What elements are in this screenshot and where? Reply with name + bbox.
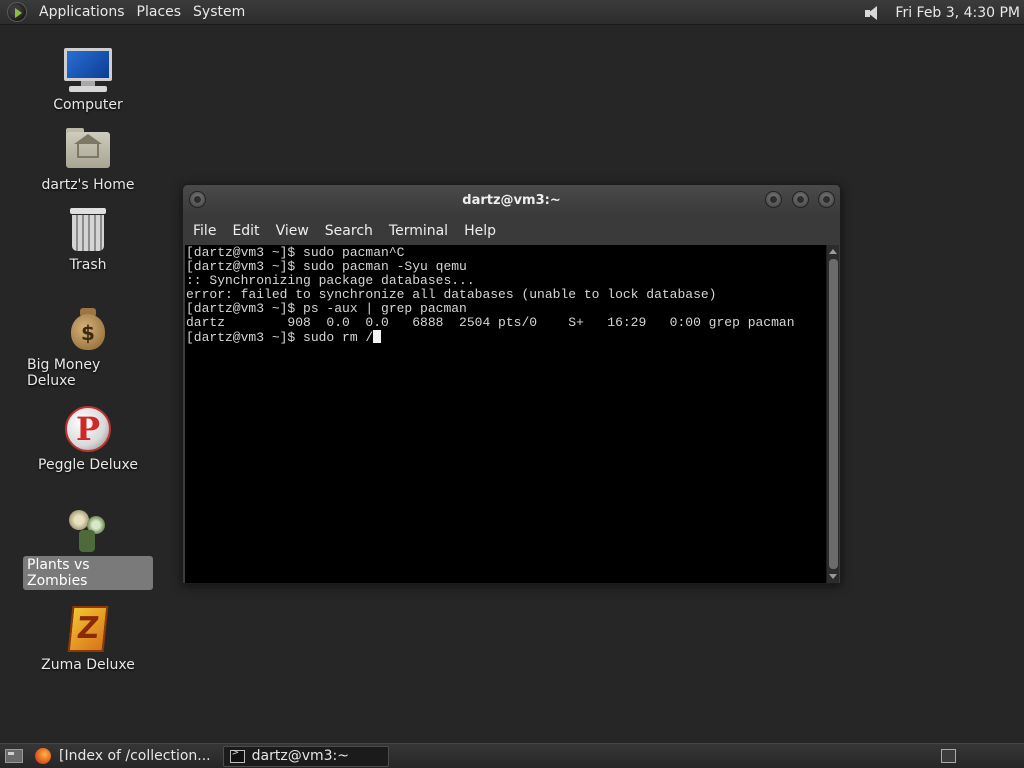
terminal-line: dartz 908 0.0 0.0 6888 2504 pts/0 S+ 16:… <box>186 315 795 330</box>
desktop-icon-label: Big Money Deluxe <box>27 357 101 389</box>
menu-help[interactable]: Help <box>456 223 504 239</box>
desktop-icon-zuma[interactable]: Z Zuma Deluxe <box>23 606 153 674</box>
terminal-prompt-line[interactable]: [dartz@vm3 ~]$ sudo rm / <box>186 330 826 345</box>
terminal-current-input: [dartz@vm3 ~]$ sudo rm / <box>186 330 374 345</box>
window-title: dartz@vm3:~ <box>462 193 561 208</box>
desktop-icon-label: Trash <box>69 257 107 273</box>
clock[interactable]: Fri Feb 3, 4:30 PM <box>895 5 1020 21</box>
terminal-scrollbar[interactable] <box>826 245 839 583</box>
menu-view[interactable]: View <box>268 223 317 239</box>
scroll-up-arrow-icon[interactable] <box>829 249 837 254</box>
terminal-menubar: File Edit View Search Terminal Help <box>183 217 840 245</box>
terminal-icon <box>229 748 245 763</box>
desktop-icon-label: dartz's Home <box>41 177 135 193</box>
maximize-button[interactable] <box>792 191 809 208</box>
desktop-icon-label: Peggle Deluxe <box>38 457 138 473</box>
taskbar-item-label: dartz@vm3:~ <box>251 748 349 764</box>
peggle-icon: P <box>63 406 113 454</box>
money-bag-icon: $ <box>63 306 113 354</box>
terminal-output[interactable]: [dartz@vm3 ~]$ sudo pacman^C [dartz@vm3 ~… <box>185 245 826 583</box>
desktop-icon-plants-vs-zombies[interactable]: Plants vs Zombies <box>23 506 153 590</box>
taskbar-item-label: [Index of /collection... <box>59 748 211 764</box>
terminal-window[interactable]: dartz@vm3:~ File Edit View Search Termin… <box>182 184 841 584</box>
menu-search[interactable]: Search <box>317 223 381 239</box>
terminal-line: [dartz@vm3 ~]$ ps -aux | grep pacman <box>186 301 467 316</box>
menu-terminal[interactable]: Terminal <box>381 223 456 239</box>
terminal-line: [dartz@vm3 ~]$ sudo pacman -Syu qemu <box>186 259 467 274</box>
trash-icon <box>63 206 113 254</box>
taskbar-item-terminal[interactable]: dartz@vm3:~ <box>222 745 389 767</box>
text-cursor <box>373 330 382 343</box>
desktop-icon-computer[interactable]: Computer <box>23 46 153 114</box>
terminal-line: :: Synchronizing package databases... <box>186 273 475 288</box>
menu-places[interactable]: Places <box>131 4 188 20</box>
desktop-icon-label: Plants vs Zombies <box>23 556 153 590</box>
show-desktop-icon[interactable] <box>5 749 23 763</box>
bottom-panel: [Index of /collection... dartz@vm3:~ <box>0 743 1024 768</box>
top-panel: Applications Places System Fri Feb 3, 4:… <box>0 0 1024 25</box>
computer-icon <box>63 46 113 94</box>
desktop-icon-label: Zuma Deluxe <box>41 657 135 673</box>
terminal-line: [dartz@vm3 ~]$ sudo pacman^C <box>186 245 405 260</box>
desktop-icon-peggle[interactable]: P Peggle Deluxe <box>23 406 153 474</box>
taskbar-item-firefox[interactable]: [Index of /collection... <box>29 746 217 767</box>
close-button[interactable] <box>818 191 835 208</box>
distro-logo-icon[interactable] <box>7 2 27 22</box>
menu-system[interactable]: System <box>187 4 251 20</box>
scrollbar-thumb[interactable] <box>829 259 838 569</box>
volume-icon[interactable] <box>863 3 885 23</box>
desktop-icon-home[interactable]: dartz's Home <box>23 126 153 194</box>
menu-file[interactable]: File <box>185 223 224 239</box>
plants-vs-zombies-icon <box>63 506 113 554</box>
firefox-icon <box>35 748 51 764</box>
desktop-icon-label: Computer <box>53 97 123 113</box>
window-titlebar[interactable]: dartz@vm3:~ <box>183 185 840 217</box>
desktop-icon-big-money[interactable]: $ Big Money Deluxe <box>23 306 153 390</box>
zuma-icon: Z <box>63 606 113 654</box>
menu-edit[interactable]: Edit <box>224 223 267 239</box>
home-folder-icon <box>63 126 113 174</box>
workspace-switcher[interactable] <box>941 749 956 763</box>
desktop-icon-trash[interactable]: Trash <box>23 206 153 274</box>
menu-applications[interactable]: Applications <box>33 4 131 20</box>
terminal-line: error: failed to synchronize all databas… <box>186 287 717 302</box>
scroll-down-arrow-icon[interactable] <box>829 574 837 579</box>
minimize-button[interactable] <box>765 191 782 208</box>
